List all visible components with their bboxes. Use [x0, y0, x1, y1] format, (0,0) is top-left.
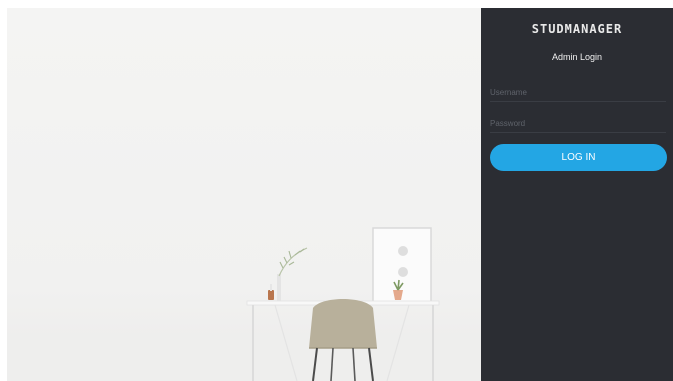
vase-with-branch: [277, 247, 308, 301]
floor: [7, 338, 481, 381]
login-button[interactable]: LOG IN: [490, 144, 667, 171]
hero-image: [7, 8, 481, 381]
brand-logo: studmanager: [531, 22, 623, 36]
login-title: Admin Login: [551, 52, 603, 62]
login-panel: studmanager Admin Login LOG IN: [481, 8, 673, 381]
candle-holder: [268, 284, 274, 300]
password-input[interactable]: [490, 114, 666, 133]
desk-scene-illustration: [7, 227, 481, 381]
username-input[interactable]: [490, 83, 666, 102]
